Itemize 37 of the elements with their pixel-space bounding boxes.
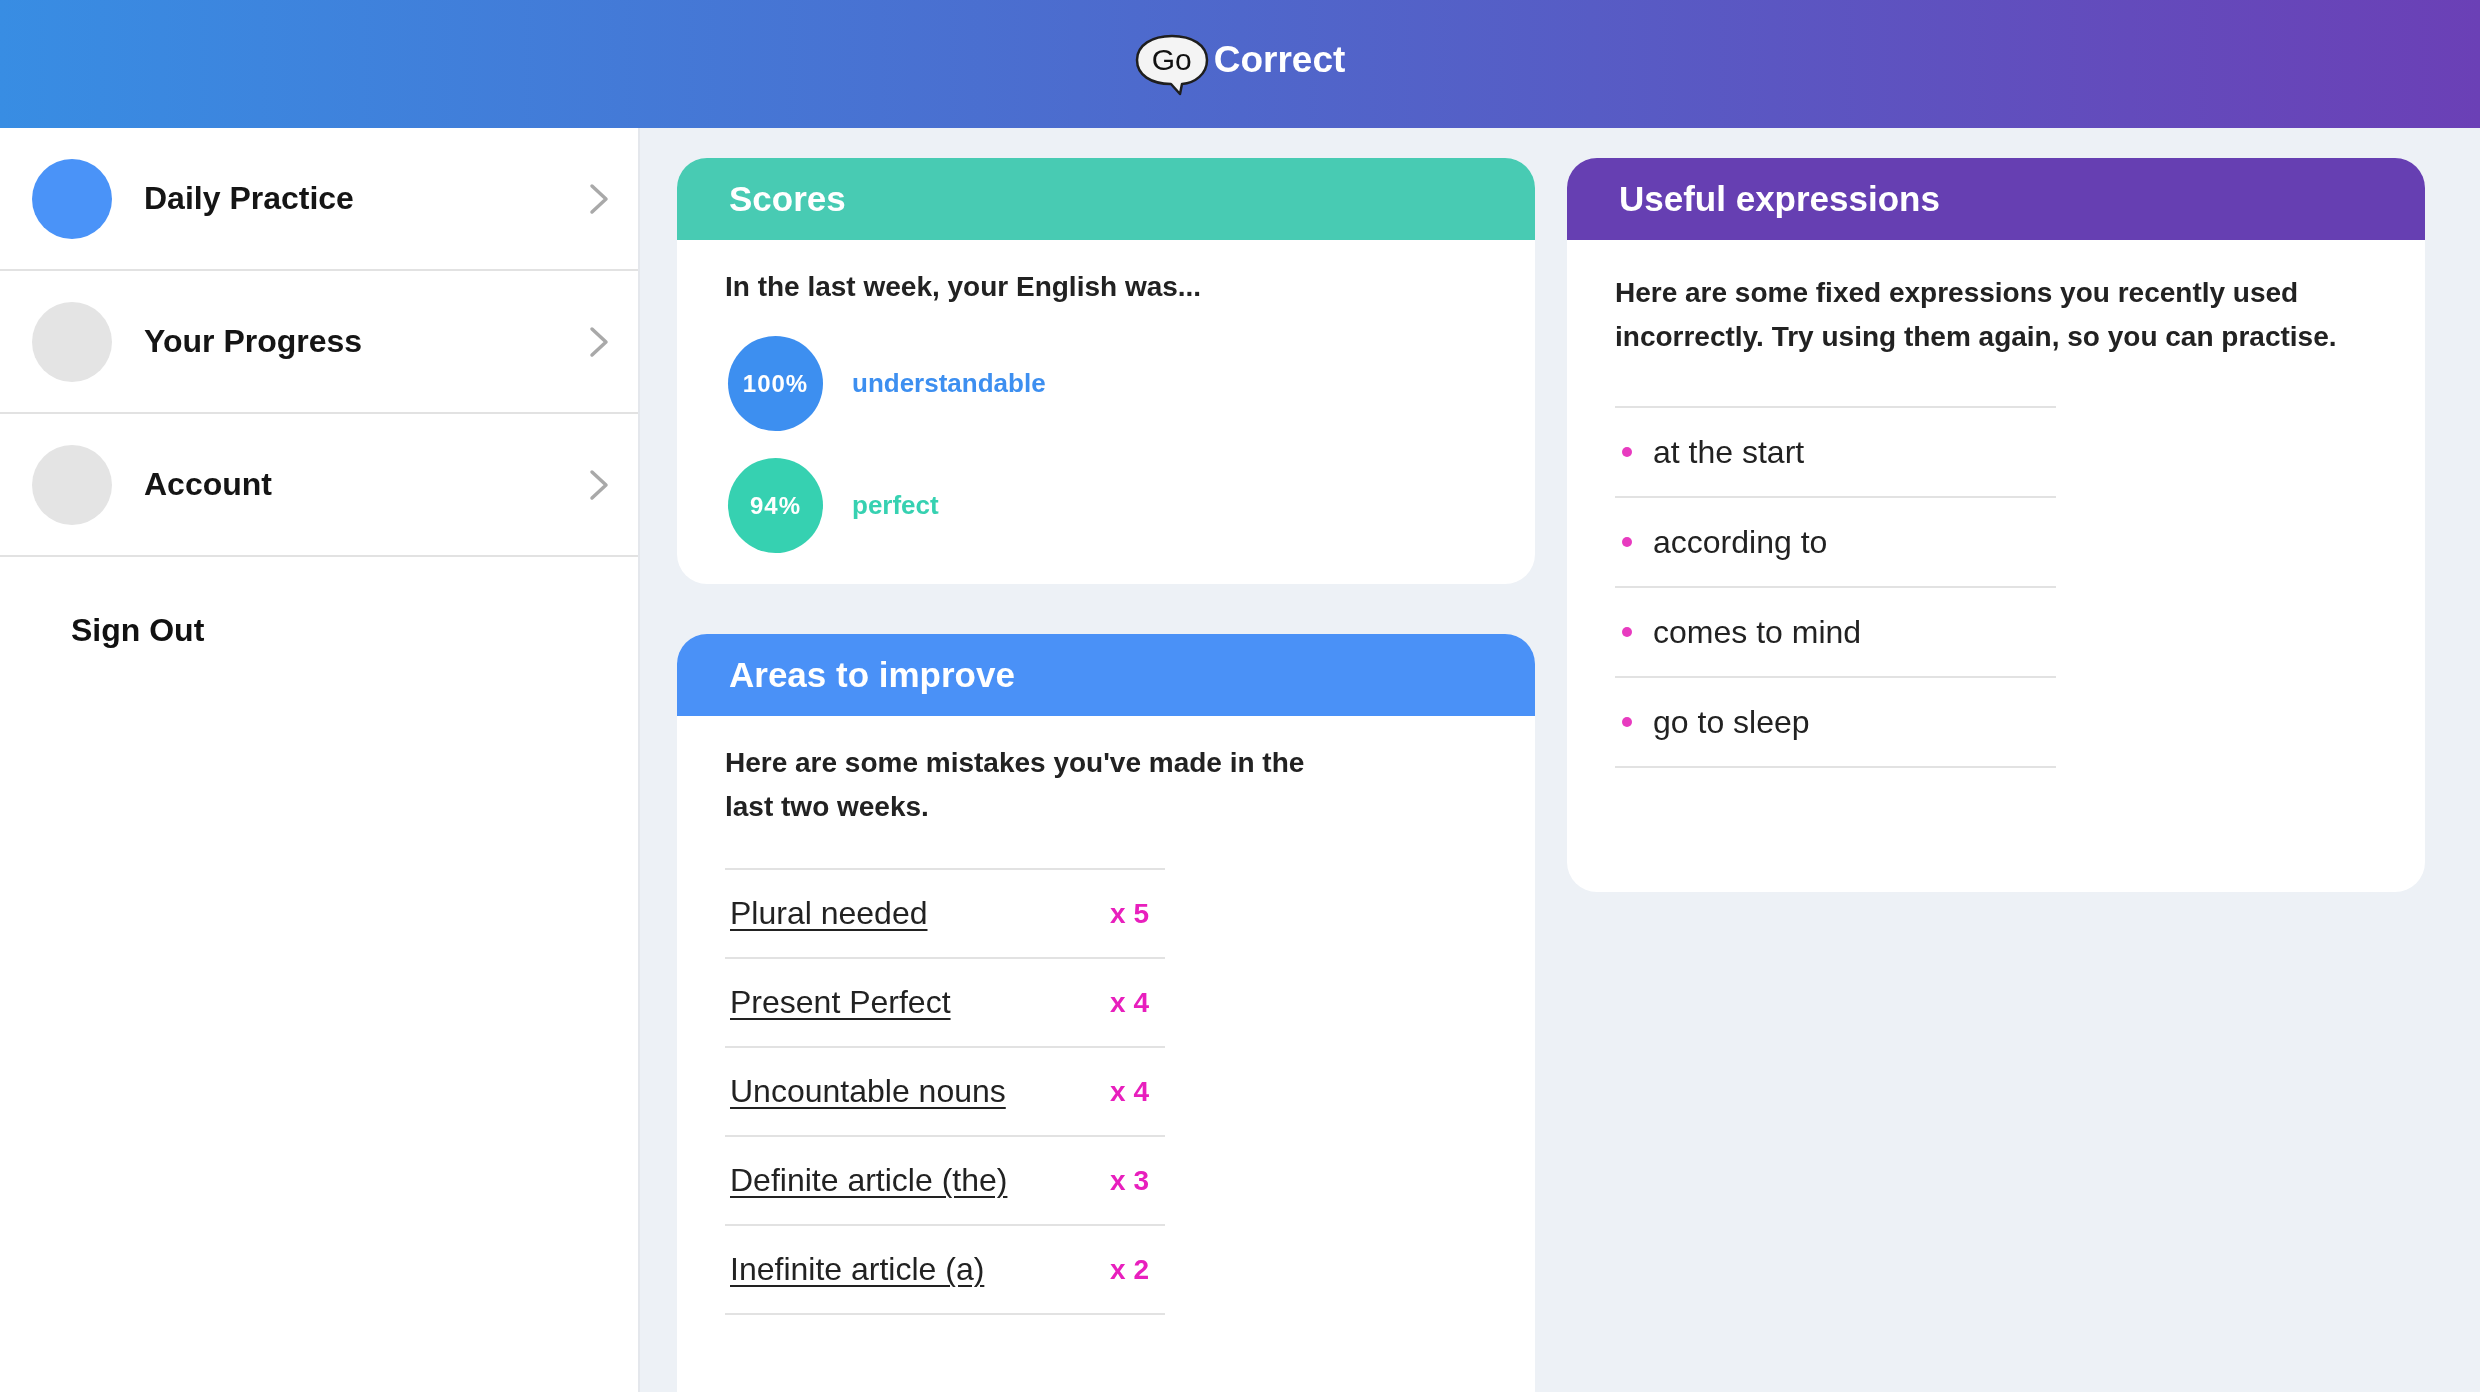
score-badge: 94% <box>728 458 823 553</box>
nav-item[interactable]: Your Progress <box>0 271 638 414</box>
intro-text: Here are some fixed expressions you recently used incorrectly. Try using them again, so you can practise. <box>1615 276 2338 354</box>
mistake-count: x 3 <box>1110 1164 1149 1197</box>
mistake-link[interactable]: Definite article (the) <box>730 1162 1008 1199</box>
score-label: understandable <box>852 368 1046 399</box>
mistake-link[interactable]: Plural needed <box>730 895 928 932</box>
intro-text: Here are some mistakes you've made in the last two weeks. <box>725 746 1306 824</box>
score-badge: 100% <box>728 336 823 431</box>
chevron-right-icon <box>589 182 609 215</box>
mistake-link[interactable]: Uncountable nouns <box>730 1073 1006 1110</box>
score-label: perfect <box>852 490 939 521</box>
mistake-link[interactable]: Inefinite article (a) <box>730 1251 985 1288</box>
sign-out-button[interactable]: Sign Out <box>71 612 205 649</box>
mistake-link[interactable]: Present Perfect <box>730 984 951 1021</box>
bullet-icon <box>1622 447 1632 457</box>
mistake-count: x 2 <box>1110 1253 1149 1286</box>
bullet-icon <box>1622 627 1632 637</box>
nav-item[interactable]: Daily Practice <box>0 128 638 271</box>
logo-text: Correct <box>1213 38 1346 82</box>
expression-text: comes to mind <box>1653 613 1862 651</box>
mistake-count: x 4 <box>1110 986 1149 1019</box>
expression-text: according to <box>1653 523 1828 561</box>
nav-item[interactable]: Account <box>0 414 638 557</box>
mistake-count: x 5 <box>1110 897 1149 930</box>
card-title: Scores <box>729 179 846 219</box>
bullet-icon <box>1622 537 1632 547</box>
card-title: Useful expressions <box>1619 179 1940 219</box>
logo-bubble: Go <box>1134 34 1209 96</box>
chevron-right-icon <box>589 468 609 501</box>
expression-text: at the start <box>1653 433 1805 471</box>
expression-text: go to sleep <box>1653 703 1810 741</box>
mistake-count: x 4 <box>1110 1075 1149 1108</box>
intro-text: In the last week, your English was... <box>725 270 1203 304</box>
card-title: Areas to improve <box>729 655 1015 695</box>
bullet-icon <box>1622 717 1632 727</box>
chevron-right-icon <box>589 325 609 358</box>
